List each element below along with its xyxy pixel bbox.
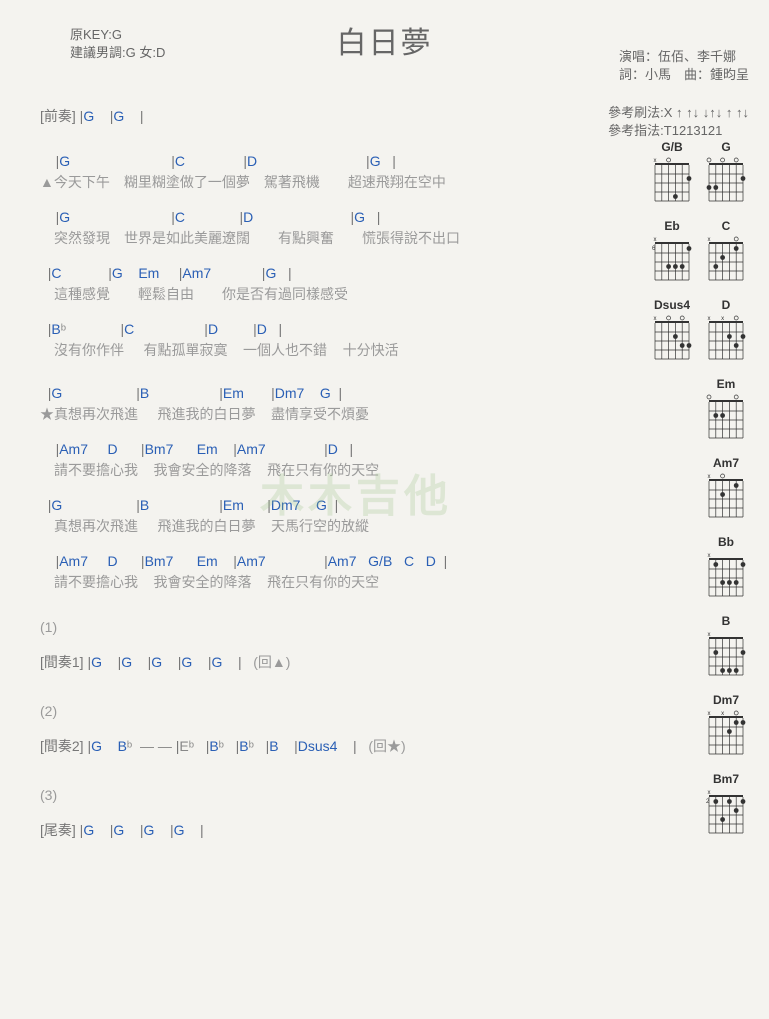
chord-diagrams: G/BxGEbx6CxDsus4xDxxEmAm7xBbxBxDm7xxBm7x…	[617, 140, 747, 851]
svg-text:x: x	[708, 632, 711, 638]
svg-text:6: 6	[652, 246, 656, 252]
svg-text:x: x	[708, 553, 711, 559]
chord-name: Eb	[664, 219, 679, 233]
svg-text:x: x	[721, 316, 724, 322]
pick: 參考指法:T1213121	[608, 122, 749, 140]
chord-diagram: Em	[705, 377, 747, 442]
section-num: (1)	[40, 617, 600, 638]
cue: (回★)	[368, 738, 405, 754]
svg-text:2: 2	[706, 799, 710, 805]
pattern-ref: 參考刷法:X ↑ ↑↓ ↓↑↓ ↑ ↑↓ 參考指法:T1213121	[608, 104, 749, 140]
section-outro: [尾奏]	[40, 822, 76, 838]
chord-diagram: Dsus4 x	[651, 298, 693, 363]
chord-line: |G |C |D |G |	[40, 151, 600, 172]
svg-text:x: x	[654, 158, 657, 164]
chord-name: Dsus4	[654, 298, 690, 312]
chord-line: |Bᵇ |C |D |D |	[40, 319, 600, 340]
chord-diagram: Bm7x 2	[705, 772, 747, 837]
artists: 演唱：伍佰、李千娜	[619, 48, 749, 66]
svg-text:x: x	[708, 790, 711, 796]
orig-key: 原KEY:G	[70, 26, 165, 44]
chord-diagram: G	[705, 140, 747, 205]
chord-name: D	[722, 298, 731, 312]
lyric-line: 這種感覺 輕鬆自由 你是否有過同樣感受	[40, 284, 600, 305]
chord-name: Em	[717, 377, 736, 391]
chord-name: G/B	[661, 140, 682, 154]
chord-line: |Am7 D |Bm7 Em |Am7 |Am7 G/B C D |	[40, 551, 600, 572]
chord-line: |G |C |D |G |	[40, 207, 600, 228]
chord-diagram: G/B x	[651, 140, 693, 205]
chord-line: |G |B |Em |Dm7 G |	[40, 495, 600, 516]
lyric-line: ★真想再次飛進 飛進我的白日夢 盡情享受不煩憂	[40, 404, 600, 425]
meta-right: 演唱：伍佰、李千娜 詞：小馬 曲：鍾昀呈	[619, 48, 749, 84]
section-inter1: [間奏1]	[40, 654, 84, 670]
chord-line: |C |G Em |Am7 |G |	[40, 263, 600, 284]
lyric-line: 沒有你作伴 有點孤單寂寞 一個人也不錯 十分快活	[40, 340, 600, 361]
lyric-line: ▲今天下午 糊里糊塗做了一個夢 駕著飛機 超速飛翔在空中	[40, 172, 600, 193]
svg-text:x: x	[708, 474, 711, 480]
svg-text:x: x	[654, 316, 657, 322]
chord-name: C	[722, 219, 731, 233]
chord-diagram: Dm7xx	[705, 693, 747, 758]
chord-diagram: Am7x	[705, 456, 747, 521]
chord-sheet: [前奏] |G |G | |G |C |D |G |▲今天下午 糊里糊塗做了一個…	[40, 106, 600, 841]
chord-line: |G |B |Em |Dm7 G |	[40, 383, 600, 404]
chord-name: B	[722, 614, 731, 628]
svg-text:x: x	[708, 316, 711, 322]
svg-text:x: x	[708, 237, 711, 243]
credits: 詞：小馬 曲：鍾昀呈	[619, 66, 749, 84]
chord-diagram: Bx	[705, 614, 747, 679]
suggest-key: 建議男調:G 女:D	[70, 44, 165, 62]
chord-diagram: Bb x	[705, 535, 747, 600]
chord-diagram: Cx	[705, 219, 747, 284]
svg-text:x: x	[708, 711, 711, 717]
chord-diagram: Eb x 6	[651, 219, 693, 284]
chord-name: G	[721, 140, 730, 154]
lyric-line: 真想再次飛進 飛進我的白日夢 天馬行空的放縱	[40, 516, 600, 537]
chord-diagram: Dx x	[705, 298, 747, 363]
cue: (回▲)	[253, 654, 290, 670]
chord-name: Am7	[713, 456, 739, 470]
section-inter2: [間奏2]	[40, 738, 84, 754]
lyric-line: 突然發現 世界是如此美麗遼闊 有點興奮 慌張得說不出口	[40, 228, 600, 249]
chord-name: Bm7	[713, 772, 739, 786]
strum: 參考刷法:X ↑ ↑↓ ↓↑↓ ↑ ↑↓	[608, 104, 749, 122]
section-num: (2)	[40, 701, 600, 722]
svg-text:x: x	[654, 237, 657, 243]
lyric-line: 請不要擔心我 我會安全的降落 飛在只有你的天空	[40, 460, 600, 481]
chord-line: |Am7 D |Bm7 Em |Am7 |D |	[40, 439, 600, 460]
chord-name: Bb	[718, 535, 734, 549]
chord-name: Dm7	[713, 693, 739, 707]
section-num: (3)	[40, 785, 600, 806]
svg-text:x: x	[721, 711, 724, 717]
meta-left: 原KEY:G 建議男調:G 女:D	[70, 26, 165, 62]
lyric-line: 請不要擔心我 我會安全的降落 飛在只有你的天空	[40, 572, 600, 593]
section-intro: [前奏]	[40, 108, 76, 124]
